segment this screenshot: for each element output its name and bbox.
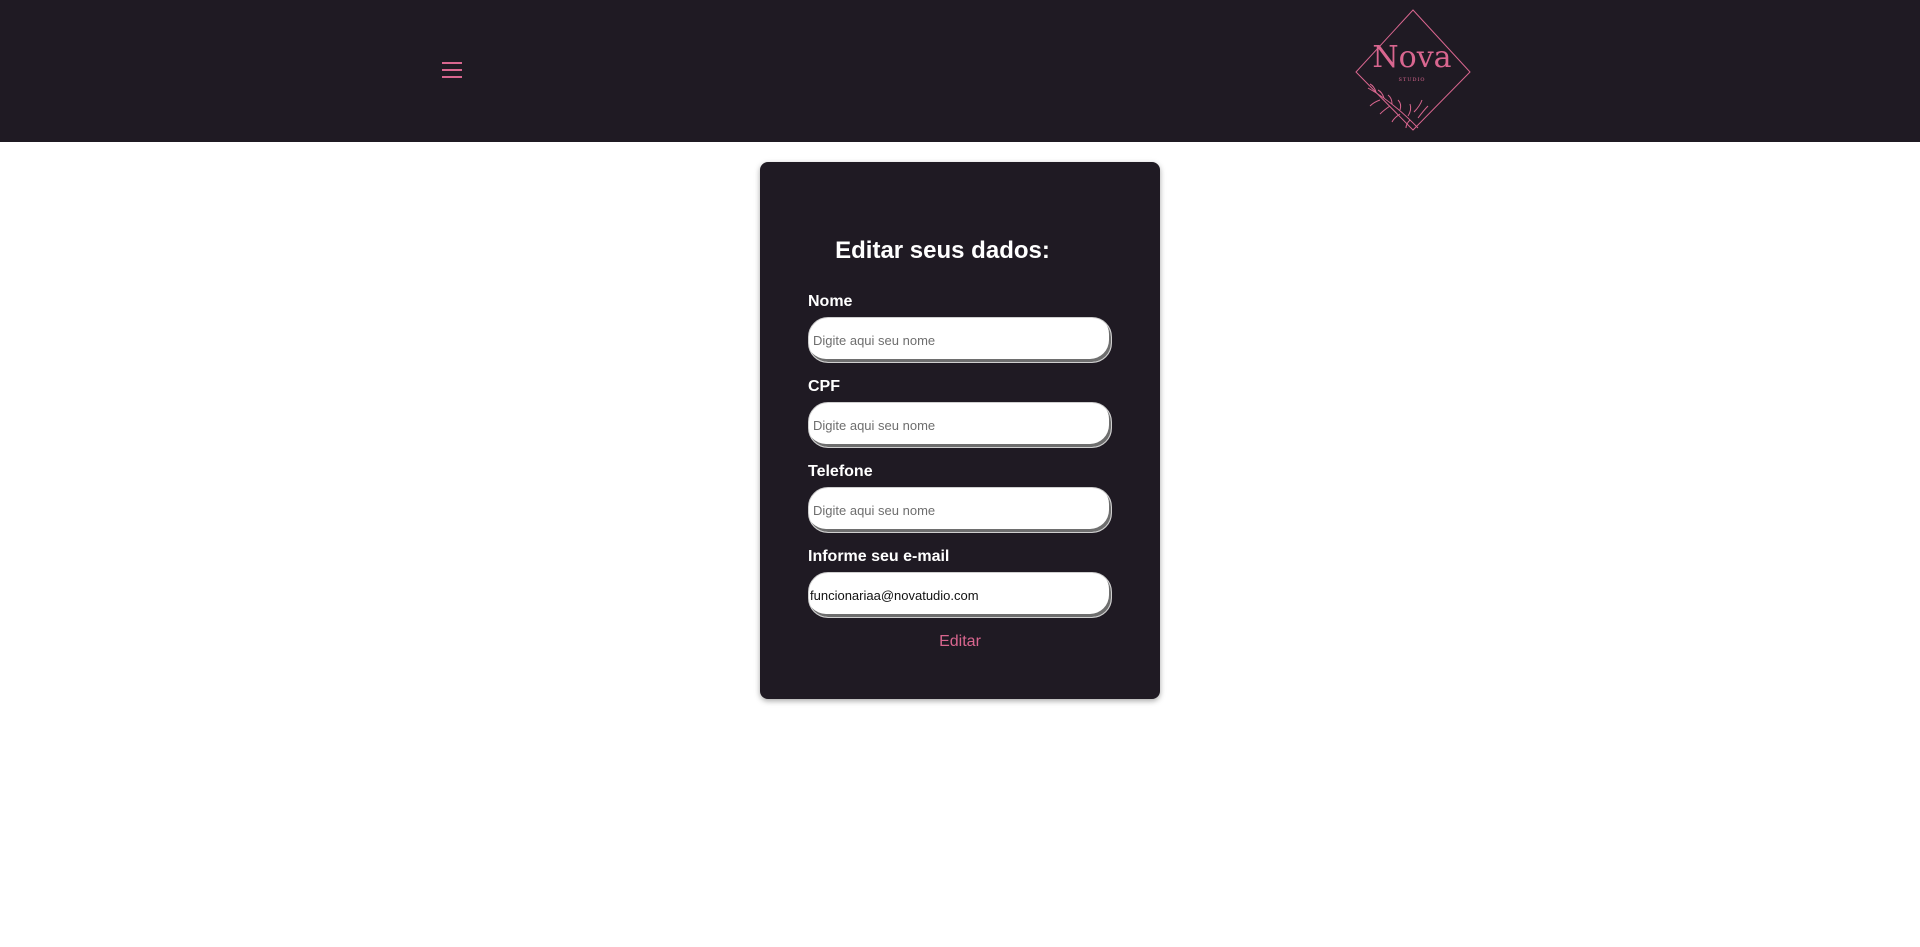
svg-text:Nova: Nova (1372, 40, 1451, 75)
phone-label: Telefone (808, 463, 873, 480)
name-input[interactable] (808, 317, 1112, 363)
email-input[interactable] (808, 572, 1112, 618)
form-title: Editar seus dados: (835, 237, 1050, 264)
name-label: Nome (808, 293, 853, 310)
top-navigation-bar: Nova STUDIO (0, 0, 1920, 142)
phone-input[interactable] (808, 487, 1112, 533)
email-label: Informe seu e-mail (808, 548, 950, 565)
nova-studio-logo[interactable]: Nova STUDIO (1348, 6, 1474, 134)
cpf-input[interactable] (808, 402, 1112, 448)
cpf-label: CPF (808, 378, 840, 395)
hamburger-menu-icon[interactable] (440, 58, 464, 82)
edit-submit-button[interactable]: Editar (910, 630, 1010, 654)
svg-text:STUDIO: STUDIO (1398, 77, 1425, 83)
